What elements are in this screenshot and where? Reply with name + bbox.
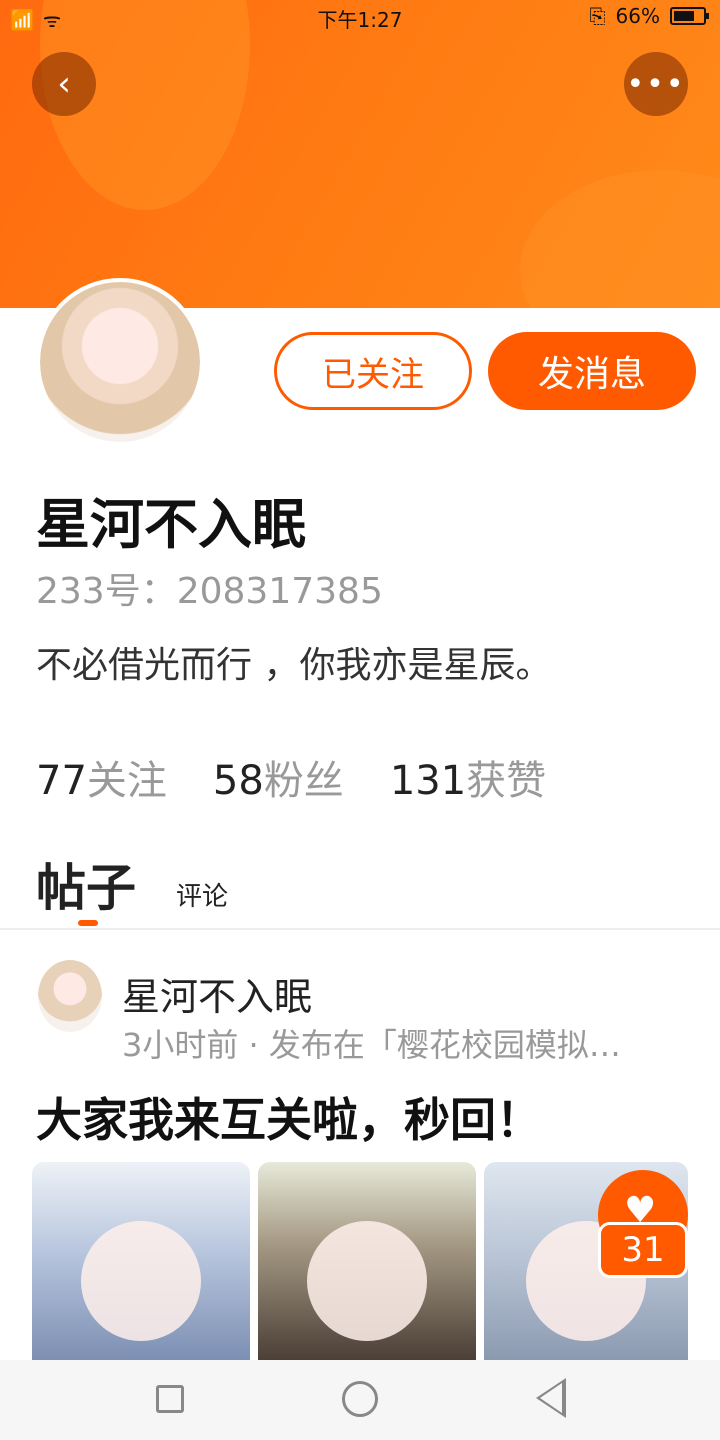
status-right: ⎘ 66%	[589, 4, 709, 28]
post-author-avatar[interactable]	[38, 960, 102, 1032]
profile-tabs: 帖子 评论	[36, 848, 228, 926]
banner-decoration	[520, 170, 720, 308]
profile-bio: 不必借光而行 ，你我亦是星辰。	[36, 645, 552, 686]
status-bar: 📶 ᯤ 下午1:27 ⎘ 66%	[0, 0, 720, 36]
profile-name: 星河不入眠	[36, 492, 306, 556]
tab-indicator	[78, 920, 98, 926]
chevron-left-icon: ‹	[57, 64, 71, 104]
send-message-button[interactable]: 发消息	[488, 332, 696, 410]
stat-fans[interactable]: 58粉丝	[213, 748, 344, 806]
divider	[0, 928, 720, 930]
tab-posts[interactable]: 帖子	[36, 848, 136, 926]
stat-following[interactable]: 77关注	[36, 748, 167, 806]
more-button[interactable]: •••	[624, 52, 688, 116]
recent-apps-icon[interactable]	[156, 1385, 184, 1413]
followed-button[interactable]: 已关注	[274, 332, 472, 410]
system-nav-bar	[0, 1360, 720, 1440]
tab-comments[interactable]: 评论	[176, 876, 228, 913]
cast-icon: ⎘	[589, 4, 606, 28]
battery-icon	[670, 7, 709, 25]
like-button[interactable]: ♥ 31	[598, 1170, 688, 1278]
post-title[interactable]: 大家我来互关啦，秒回！	[36, 1084, 542, 1150]
post-image[interactable]	[258, 1162, 476, 1360]
profile-avatar[interactable]	[36, 278, 204, 446]
like-count: 31	[598, 1222, 688, 1278]
battery-percent: 66%	[615, 4, 660, 28]
profile-id: 233号：208317385	[36, 571, 383, 612]
profile-banner	[0, 0, 720, 308]
post-author-name[interactable]: 星河不入眠	[122, 966, 312, 1021]
stat-likes[interactable]: 131获赞	[390, 748, 546, 806]
post-meta: 3小时前 · 发布在「樱花校园模拟…	[122, 1026, 621, 1064]
back-button[interactable]: ‹	[32, 52, 96, 116]
home-icon[interactable]	[342, 1381, 378, 1417]
profile-stats: 77关注 58粉丝 131获赞	[36, 748, 546, 806]
post-image[interactable]	[32, 1162, 250, 1360]
more-icon: •••	[626, 66, 686, 102]
back-triangle-icon[interactable]	[536, 1378, 566, 1418]
